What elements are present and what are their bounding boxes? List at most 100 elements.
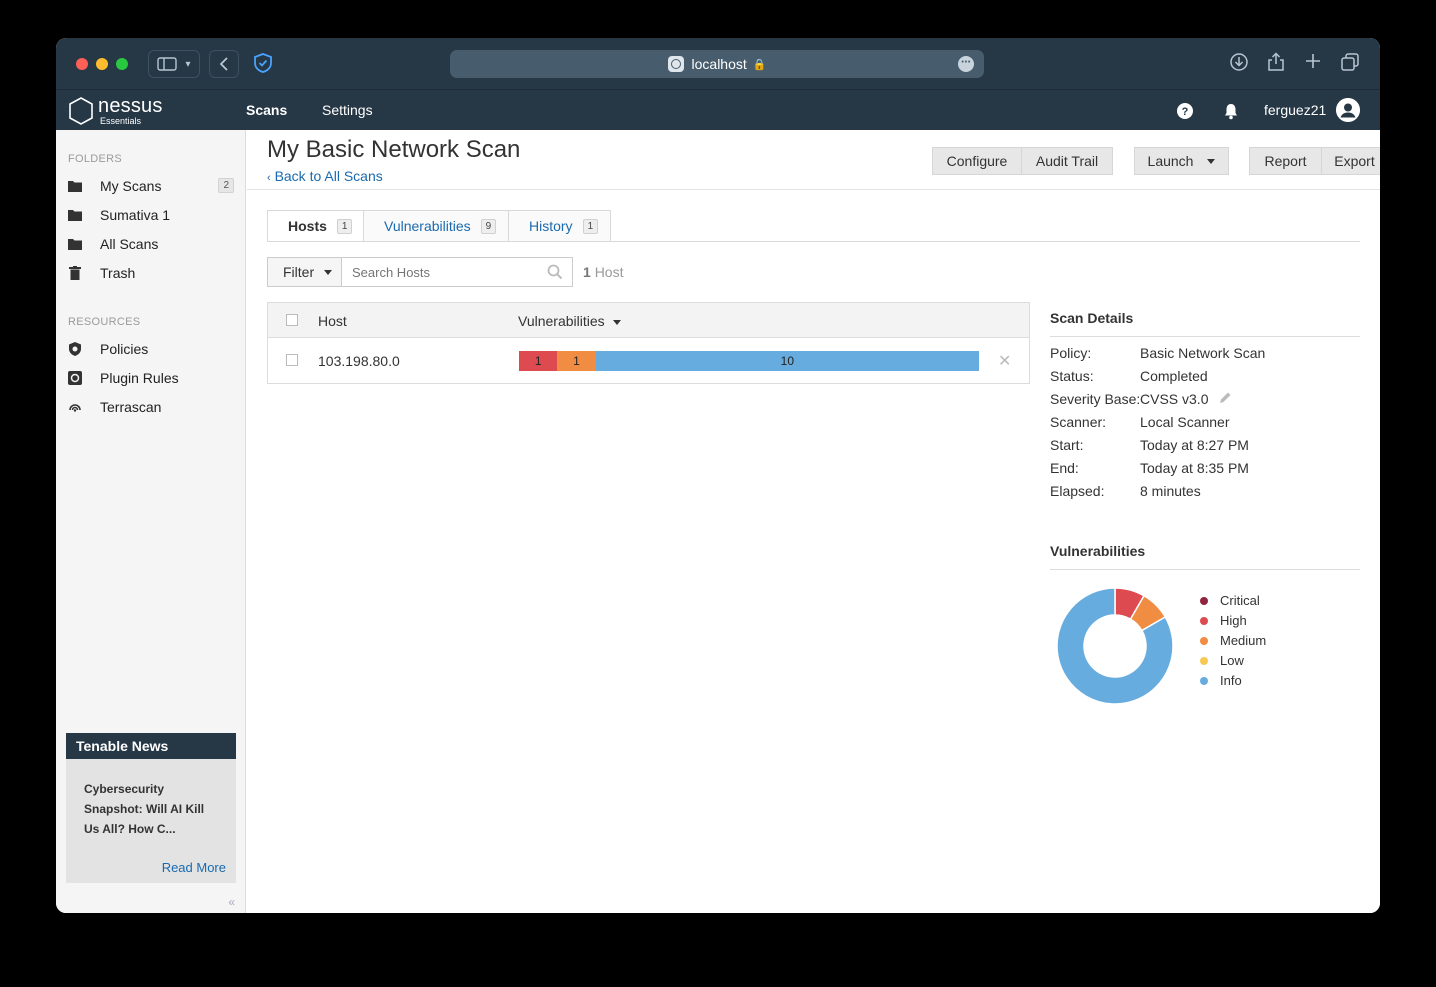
collapse-sidebar-icon[interactable]: « [228, 895, 235, 909]
sidebar-item-label: Sumativa 1 [100, 207, 171, 223]
audit-trail-button[interactable]: Audit Trail [1021, 147, 1113, 175]
vuln-segment-medium[interactable]: 1 [557, 351, 596, 371]
sidebar-item-label: Policies [100, 341, 149, 357]
vulnerabilities-chart-title: Vulnerabilities [1050, 543, 1360, 570]
folders-heading: FOLDERS [68, 153, 123, 165]
detail-key: Severity Base: [1050, 391, 1141, 407]
legend-dot [1200, 596, 1208, 605]
tenable-news-panel: Tenable News Cybersecurity Snapshot: Wil… [66, 733, 236, 883]
back-to-all-scans-link[interactable]: ‹ Back to All Scans [267, 168, 383, 184]
export-button[interactable]: Export [1321, 147, 1380, 175]
address-bar[interactable]: localhost 🔒 ⋯ [450, 50, 984, 78]
sidebar-item-all-scans[interactable]: All Scans [68, 233, 234, 255]
row-checkbox[interactable] [286, 354, 298, 366]
legend-dot [1200, 676, 1208, 685]
sidebar-item-policies[interactable]: Policies [68, 338, 234, 360]
select-all-checkbox[interactable] [286, 314, 298, 326]
tab-overview-icon[interactable] [1339, 52, 1361, 74]
page-title: My Basic Network Scan [267, 136, 521, 163]
legend-item-high: High [1200, 613, 1247, 628]
detail-key: Policy: [1050, 345, 1092, 361]
search-hosts-input[interactable] [341, 257, 573, 287]
launch-button[interactable]: Launch [1134, 147, 1229, 175]
new-tab-icon[interactable] [1302, 52, 1324, 74]
minimize-window-button[interactable] [96, 58, 108, 70]
column-host[interactable]: Host [318, 313, 347, 329]
nav-scans[interactable]: Scans [246, 102, 287, 118]
legend-label: Info [1220, 673, 1242, 688]
tab-count-badge: 9 [480, 218, 497, 234]
detail-status: Status: Completed [1050, 368, 1360, 391]
vuln-segment-high[interactable]: 1 [519, 351, 558, 371]
search-icon[interactable] [547, 264, 563, 280]
host-count: 1 Host [583, 264, 623, 280]
more-options-icon[interactable]: ⋯ [958, 56, 974, 72]
sidebar-item-my-scans[interactable]: My Scans 2 [68, 175, 234, 197]
read-more-link[interactable]: Read More [162, 860, 226, 875]
folder-icon [68, 208, 82, 222]
help-icon[interactable]: ? [1176, 102, 1194, 120]
filter-dropdown[interactable]: Filter [267, 257, 342, 287]
nav-settings[interactable]: Settings [322, 102, 373, 118]
legend-item-info: Info [1200, 673, 1242, 688]
tab-label: Hosts [288, 218, 327, 234]
legend-label: High [1220, 613, 1247, 628]
sidebar-item-sumativa-1[interactable]: Sumativa 1 [68, 204, 234, 226]
sort-desc-icon [612, 319, 621, 325]
brand-name: nessus [98, 95, 163, 117]
detail-value: CVSS v3.0 [1140, 391, 1209, 407]
user-avatar-icon[interactable] [1336, 98, 1360, 122]
edit-pencil-icon[interactable] [1218, 391, 1232, 405]
back-nav-button[interactable] [209, 50, 239, 78]
legend-dot [1200, 636, 1208, 645]
host-count-number: 1 [583, 264, 591, 280]
zoom-window-button[interactable] [116, 58, 128, 70]
lock-icon: 🔒 [752, 58, 767, 71]
sidebar: FOLDERS My Scans 2 Sumativa 1 All Scans … [56, 130, 246, 913]
report-button[interactable]: Report [1249, 147, 1322, 175]
tab-hosts[interactable]: Hosts 1 [267, 210, 364, 242]
username[interactable]: ferguez21 [1264, 102, 1326, 118]
detail-start: Start: Today at 8:27 PM [1050, 437, 1360, 460]
export-label: Export [1334, 153, 1375, 169]
legend-label: Medium [1220, 633, 1267, 648]
chevron-left-icon [219, 57, 228, 71]
sidebar-item-label: All Scans [100, 236, 159, 252]
legend-item-critical: Critical [1200, 593, 1260, 608]
column-vulnerabilities[interactable]: Vulnerabilities [518, 313, 621, 329]
tab-history[interactable]: History 1 [508, 210, 611, 242]
sidebar-item-trash[interactable]: Trash [68, 262, 234, 284]
tab-vulnerabilities[interactable]: Vulnerabilities 9 [363, 210, 509, 242]
detail-key: End: [1050, 460, 1079, 476]
delete-host-icon[interactable]: ✕ [998, 351, 1011, 371]
scan-count-badge: 2 [218, 178, 234, 193]
table-header: Host Vulnerabilities [268, 303, 1029, 338]
nessus-logo[interactable]: nessus Essentials [68, 96, 163, 126]
browser-toolbar: ▾ localhost 🔒 ⋯ [56, 38, 1380, 90]
header-divider [247, 189, 1380, 190]
vulnerability-bar[interactable]: 1 1 10 [519, 351, 979, 371]
bell-icon[interactable] [1222, 102, 1240, 120]
privacy-shield-icon[interactable] [252, 52, 274, 74]
tab-count-badge: 1 [336, 218, 353, 234]
column-vulnerabilities-label: Vulnerabilities [518, 313, 605, 329]
folder-icon [68, 179, 82, 193]
news-headline[interactable]: Cybersecurity Snapshot: Will AI Kill Us … [66, 759, 236, 839]
downloads-icon[interactable] [1228, 52, 1250, 74]
sidebar-item-terrascan[interactable]: Terrascan [68, 396, 234, 418]
sidebar-toggle-button[interactable]: ▾ [148, 50, 200, 78]
close-window-button[interactable] [76, 58, 88, 70]
tab-count-badge: 1 [582, 218, 599, 234]
sidebar-item-plugin-rules[interactable]: Plugin Rules [68, 367, 234, 389]
vuln-segment-info[interactable]: 10 [595, 351, 979, 371]
detail-key: Scanner: [1050, 414, 1107, 430]
chevron-left-icon: ‹ [267, 172, 271, 184]
configure-button[interactable]: Configure [932, 147, 1022, 175]
legend-dot [1200, 616, 1208, 625]
host-ip[interactable]: 103.198.80.0 [318, 353, 400, 369]
vulnerabilities-donut-chart[interactable] [1050, 581, 1180, 711]
share-icon[interactable] [1265, 52, 1287, 74]
detail-elapsed: Elapsed: 8 minutes [1050, 483, 1360, 506]
sidebar-item-label: Plugin Rules [100, 370, 179, 386]
resources-heading: RESOURCES [68, 316, 141, 328]
